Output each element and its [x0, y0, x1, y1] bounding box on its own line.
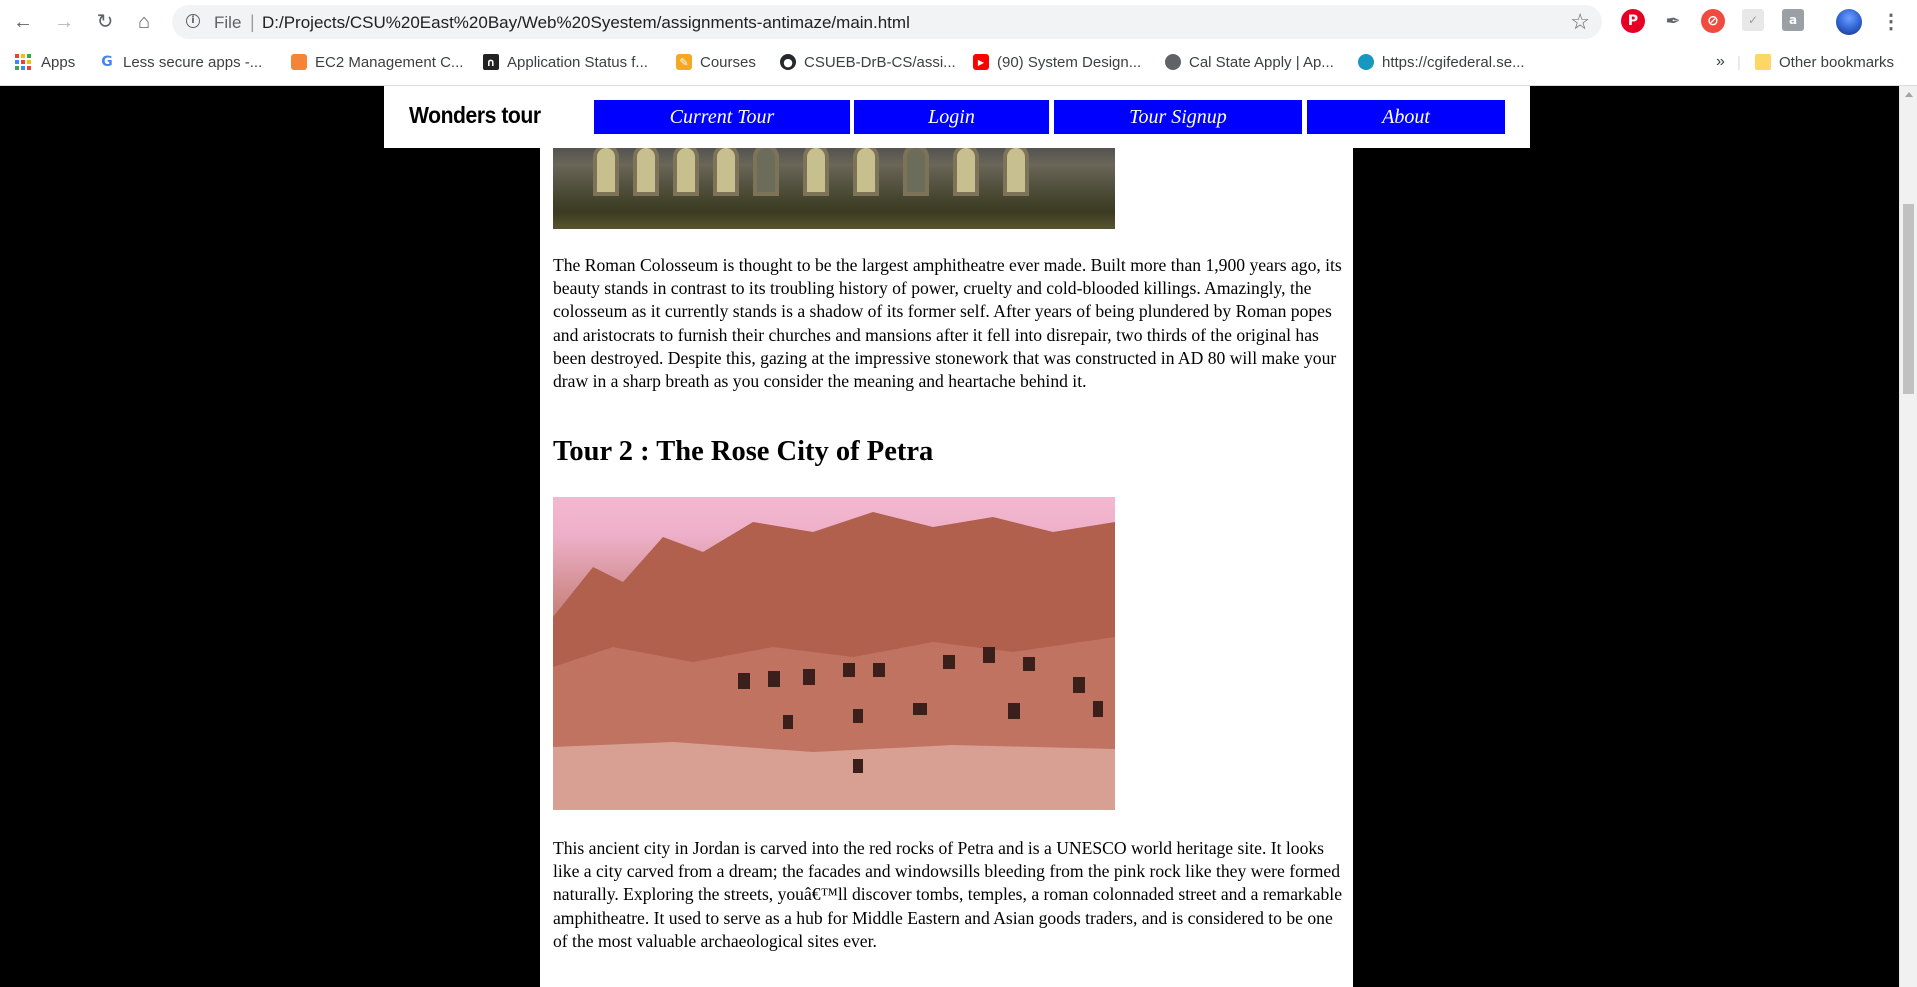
url-separator: |: [250, 12, 255, 32]
bookmark-star-icon[interactable]: ☆: [1570, 9, 1590, 35]
info-icon[interactable]: i: [186, 14, 200, 28]
bookmark-label: Other bookmarks: [1779, 53, 1895, 71]
url-scheme: File: [214, 13, 242, 32]
tour1-description: The Roman Colosseum is thought to be the…: [553, 255, 1342, 392]
bookmarks-bar: Apps G Less secure apps -... EC2 Managem…: [0, 48, 1917, 76]
bookmark-item[interactable]: ● CSUEB-DrB-CS/assi...: [780, 51, 956, 73]
site-logo[interactable]: Wonders tour: [409, 102, 541, 129]
bookmark-item[interactable]: Cal State Apply | Ap...: [1165, 51, 1334, 73]
image-detail: [673, 144, 699, 196]
petra-rock-illustration: [553, 512, 1115, 810]
bookmark-label: Application Status f...: [507, 53, 648, 71]
tour2-heading: Tour 2 : The Rose City of Petra: [553, 436, 934, 467]
petra-image: [553, 497, 1115, 810]
eyedropper-icon[interactable]: ✒: [1661, 9, 1685, 33]
image-detail: [853, 144, 879, 196]
other-bookmarks[interactable]: Other bookmarks: [1755, 51, 1894, 73]
bookmark-label: Courses: [700, 53, 756, 71]
folder-icon: [1755, 54, 1771, 70]
bookmark-label: EC2 Management C...: [315, 53, 464, 71]
scrollbar-thumb[interactable]: [1903, 204, 1914, 394]
address-bar[interactable]: i File | D:/Projects/CSU%20East%20Bay/We…: [172, 5, 1602, 39]
salesforce-cloud-icon: [1358, 54, 1374, 70]
bookmark-label: Apps: [41, 53, 76, 71]
bookmark-item[interactable]: ∩ Application Status f...: [483, 51, 648, 73]
bookmark-label: https://cgifederal.se...: [1382, 53, 1525, 71]
scroll-up-arrow-icon[interactable]: [1905, 92, 1913, 97]
extension-red-icon[interactable]: ⊘: [1701, 9, 1725, 33]
pencil-icon: ✎: [676, 54, 692, 70]
image-detail: [803, 144, 829, 196]
home-icon[interactable]: ⌂: [130, 8, 158, 36]
nav-login[interactable]: Login: [854, 100, 1049, 134]
nav-current-tour[interactable]: Current Tour: [594, 100, 850, 134]
nav-tour-signup[interactable]: Tour Signup: [1054, 100, 1302, 134]
page-viewport: The Roman Colosseum is thought to be the…: [0, 86, 1899, 987]
bookmark-item[interactable]: G Less secure apps -...: [99, 51, 262, 73]
image-detail: [953, 144, 979, 196]
pocket-icon[interactable]: ✓: [1742, 9, 1764, 31]
pinterest-icon[interactable]: P: [1621, 9, 1645, 33]
url-text[interactable]: D:/Projects/CSU%20East%20Bay/Web%20Syest…: [262, 13, 910, 33]
google-icon: G: [101, 54, 113, 70]
image-detail: [713, 144, 739, 196]
menu-kebab-icon[interactable]: ⋮: [1877, 8, 1905, 36]
university-icon: ∩: [483, 54, 499, 70]
bookmark-item[interactable]: https://cgifederal.se...: [1358, 51, 1525, 73]
image-detail: [633, 144, 659, 196]
image-detail: [593, 144, 619, 196]
bookmark-label: Cal State Apply | Ap...: [1189, 53, 1334, 71]
nav-about[interactable]: About: [1307, 100, 1505, 134]
bookmarks-divider: |: [1737, 53, 1741, 71]
bookmark-apps[interactable]: Apps: [15, 51, 75, 73]
youtube-icon: ▶: [973, 54, 989, 70]
bookmark-item[interactable]: ▶ (90) System Design...: [973, 51, 1141, 73]
browser-toolbar: ← → ↻ ⌂ i File | D:/Projects/CSU%20East%…: [0, 0, 1917, 86]
image-detail: [1003, 144, 1029, 196]
globe-icon: [1165, 54, 1181, 70]
tour2-description: This ancient city in Jordan is carved in…: [553, 838, 1343, 951]
bookmark-item[interactable]: ✎ Courses: [676, 51, 756, 73]
site-header: Wonders tour Current Tour Login Tour Sig…: [384, 86, 1530, 148]
bookmark-label: Less secure apps -...: [123, 53, 263, 71]
back-arrow-icon[interactable]: ←: [9, 8, 37, 36]
forward-arrow-icon[interactable]: →: [50, 8, 78, 36]
image-detail: [753, 144, 779, 196]
reload-icon[interactable]: ↻: [91, 8, 119, 36]
aws-cube-icon: [291, 54, 307, 70]
apps-grid-icon: [15, 54, 31, 70]
github-icon: ●: [780, 54, 796, 70]
profile-avatar-icon[interactable]: [1836, 9, 1862, 35]
shopping-bag-icon[interactable]: a: [1782, 9, 1804, 31]
image-detail: [903, 144, 929, 196]
bookmarks-overflow-button[interactable]: »: [1716, 51, 1725, 73]
bookmark-item[interactable]: EC2 Management C...: [291, 51, 463, 73]
bookmark-label: CSUEB-DrB-CS/assi...: [804, 53, 956, 71]
bookmark-label: (90) System Design...: [997, 53, 1142, 71]
page-scrollbar[interactable]: [1899, 86, 1917, 987]
